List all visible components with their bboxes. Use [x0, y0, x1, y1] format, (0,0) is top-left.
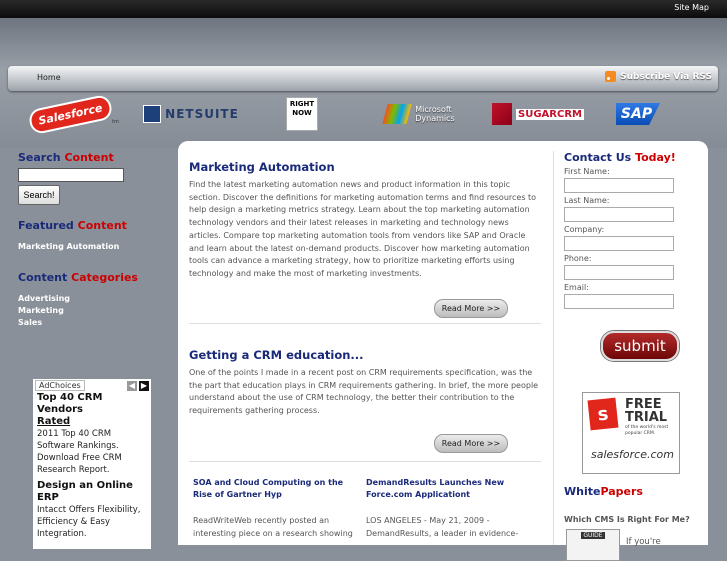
salesforce-logo[interactable]: Salesforce tm — [29, 95, 120, 133]
rss-icon — [605, 71, 617, 82]
microsoft-dynamics-logo[interactable]: Microsoft Dynamics — [372, 96, 468, 132]
rightnow-logo[interactable]: RIGHT NOW — [284, 96, 320, 132]
email-field[interactable] — [564, 294, 674, 309]
ad-text-1: 2011 Top 40 CRM Software Rankings. Downl… — [37, 429, 122, 475]
search-heading: Search Content — [18, 151, 114, 164]
news-item: SOA and Cloud Computing on the Rise of G… — [193, 477, 363, 540]
search-input[interactable] — [18, 168, 124, 182]
top-bar: Site Map — [0, 0, 727, 18]
netsuite-logo[interactable]: NETSUITE — [138, 96, 244, 132]
ad-headline-1[interactable]: Top 40 CRM Vendors Rated — [37, 392, 147, 428]
adchoices-label[interactable]: AdChoices — [35, 380, 85, 391]
news-title[interactable]: DemandResults Launches New Force.com App… — [366, 477, 536, 501]
featured-link[interactable]: Marketing Automation — [18, 242, 168, 251]
news-body: LOS ANGELES - May 21, 2009 - DemandResul… — [366, 516, 519, 538]
category-marketing[interactable]: Marketing — [18, 306, 168, 315]
article-title[interactable]: Getting a CRM education... — [189, 348, 541, 362]
first-name-label: First Name: — [564, 167, 610, 176]
main-nav: Home Subscribe Via RSS — [8, 66, 718, 91]
whitepaper-text: If you're — [626, 537, 661, 547]
free-trial-banner[interactable]: s FREE TRIAL of the world's most popular … — [582, 392, 680, 474]
ad-box: AdChoices ◀ ▶ Top 40 CRM Vendors Rated 20… — [33, 379, 151, 549]
article-body: One of the points I made in a recent pos… — [189, 368, 539, 416]
sugar-cube-icon — [492, 103, 513, 125]
sugarcrm-logo[interactable]: SUGARCRM — [474, 96, 602, 132]
read-more-button[interactable]: Read More >> — [434, 434, 508, 453]
divider — [189, 323, 541, 324]
right-sidebar: Contact Us Today! First Name: Last Name:… — [564, 151, 694, 561]
company-field[interactable] — [564, 236, 674, 251]
whitepapers-heading: WhitePapers — [564, 485, 643, 498]
rss-label: Subscribe Via RSS — [620, 71, 712, 82]
vendor-logos: Salesforce tm NETSUITE RIGHT NOW Microso… — [0, 95, 727, 136]
whitepaper-question[interactable]: Which CMS Is Right For Me? — [564, 515, 690, 524]
phone-field[interactable] — [564, 265, 674, 280]
ad-next-icon[interactable]: ▶ — [139, 380, 149, 391]
article-title[interactable]: Marketing Automation — [189, 160, 541, 174]
news-body: ReadWriteWeb recently posted an interest… — [193, 516, 353, 538]
first-name-field[interactable] — [564, 178, 674, 193]
company-label: Company: — [564, 225, 605, 234]
categories-heading: Content Categories — [18, 271, 138, 284]
category-sales[interactable]: Sales — [18, 318, 168, 327]
ad-text-2: Intacct Offers Flexibility, Efficiency &… — [37, 505, 141, 539]
search-button[interactable]: Search! — [18, 185, 60, 205]
left-sidebar: Search Content Search! Featured Content … — [18, 148, 168, 327]
ad-prev-icon[interactable]: ◀ — [127, 380, 137, 391]
netsuite-icon — [143, 105, 162, 123]
read-more-button[interactable]: Read More >> — [434, 299, 508, 318]
ad-headline-2[interactable]: Design an Online ERP — [37, 480, 147, 504]
email-label: Email: — [564, 283, 589, 292]
guide-thumbnail[interactable]: GUIDE — [566, 529, 620, 561]
article-body: Find the latest marketing automation new… — [189, 180, 537, 278]
last-name-field[interactable] — [564, 207, 674, 222]
news-title[interactable]: SOA and Cloud Computing on the Rise of G… — [193, 477, 363, 501]
news-item: DemandResults Launches New Force.com App… — [366, 477, 536, 540]
category-advertising[interactable]: Advertising — [18, 294, 168, 303]
divider — [189, 461, 541, 462]
article-crm-education: Getting a CRM education... One of the po… — [189, 348, 541, 418]
nav-home-link[interactable]: Home — [37, 73, 61, 82]
featured-heading: Featured Content — [18, 219, 127, 232]
microsoft-flag-icon — [382, 104, 412, 124]
submit-button[interactable]: submit — [601, 331, 679, 361]
article-marketing-automation: Marketing Automation Find the latest mar… — [189, 160, 541, 281]
main-content: Marketing Automation Find the latest mar… — [178, 141, 708, 561]
column-separator — [553, 151, 554, 545]
last-name-label: Last Name: — [564, 196, 610, 205]
contact-heading: Contact Us Today! — [564, 151, 676, 164]
phone-label: Phone: — [564, 254, 592, 263]
rss-link[interactable]: Subscribe Via RSS — [605, 71, 712, 82]
sitemap-link[interactable]: Site Map — [674, 3, 709, 12]
salesforce-s-icon: s — [587, 397, 619, 431]
sap-logo[interactable]: SAP — [612, 96, 664, 132]
